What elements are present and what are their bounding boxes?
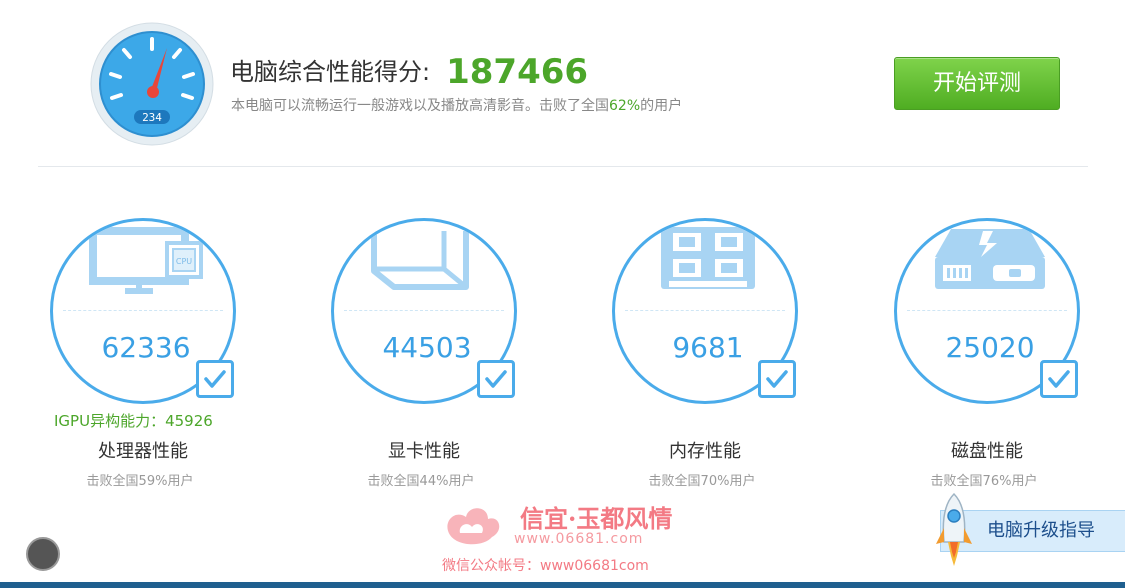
cpu-label: 处理器性能 xyxy=(98,441,188,462)
watermark-url: www.06681.com xyxy=(514,531,644,547)
disk-checkbox[interactable] xyxy=(1040,360,1078,398)
checkmark-icon xyxy=(766,370,788,388)
memory-rank: 击败全国70%用户 xyxy=(648,474,756,489)
desc-percent: 62% xyxy=(609,98,641,114)
watermark-wechat: 微信公众帐号：www06681com xyxy=(442,558,649,574)
start-benchmark-button[interactable]: 开始评测 xyxy=(894,57,1060,110)
watermark: 信宜·玉都风情 www.06681.com 微信公众帐号：www06681com xyxy=(440,497,690,577)
rocket-icon xyxy=(936,492,972,566)
circle-divider xyxy=(344,310,504,311)
circle-divider xyxy=(625,310,785,311)
section-divider xyxy=(38,166,1088,167)
memory-label: 内存性能 xyxy=(669,441,741,462)
cube-icon xyxy=(371,231,469,290)
memory-checkbox[interactable] xyxy=(758,360,796,398)
desc-suffix: 的用户 xyxy=(640,98,683,114)
cpu-checkbox[interactable] xyxy=(196,360,234,398)
hard-disk-icon xyxy=(935,229,1045,289)
gpu-checkbox[interactable] xyxy=(477,360,515,398)
score-heading: 电脑综合性能得分: 187466 xyxy=(230,52,588,92)
cpu-rank: 击败全国59%用户 xyxy=(86,474,194,489)
cpu-metric: CPU 62336 xyxy=(50,218,236,404)
gpu-metric: 44503 xyxy=(331,218,517,404)
flower-logo-icon xyxy=(447,508,500,545)
gauge-readout: 234 xyxy=(142,111,162,124)
score-title: 电脑综合性能得分: xyxy=(230,58,431,86)
avatar[interactable] xyxy=(26,537,60,571)
bottom-bar xyxy=(0,582,1125,588)
gpu-label: 显卡性能 xyxy=(388,441,460,462)
checkmark-icon xyxy=(204,370,226,388)
disk-metric: 25020 xyxy=(894,218,1080,404)
memory-chip-icon xyxy=(661,227,755,289)
disk-rank: 击败全国76%用户 xyxy=(930,474,1038,489)
monitor-cpu-icon: CPU xyxy=(89,227,203,294)
circle-divider xyxy=(63,310,223,311)
igpu-score: IGPU异构能力：45926 xyxy=(54,412,213,430)
memory-metric: 9681 xyxy=(612,218,798,404)
circle-divider xyxy=(907,310,1067,311)
checkmark-icon xyxy=(1048,370,1070,388)
watermark-name: 信宜·玉都风情 xyxy=(520,504,673,533)
speedometer-icon: 234 xyxy=(90,22,214,146)
total-score: 187466 xyxy=(446,52,589,92)
gpu-rank: 击败全国44%用户 xyxy=(367,474,475,489)
score-description: 本电脑可以流畅运行一般游戏以及播放高清影音。击败了全国62%的用户 xyxy=(231,95,682,115)
desc-prefix: 本电脑可以流畅运行一般游戏以及播放高清影音。击败了全国 xyxy=(231,98,609,114)
cpu-chip-label: CPU xyxy=(176,257,192,266)
checkmark-icon xyxy=(485,370,507,388)
disk-label: 磁盘性能 xyxy=(951,441,1023,462)
